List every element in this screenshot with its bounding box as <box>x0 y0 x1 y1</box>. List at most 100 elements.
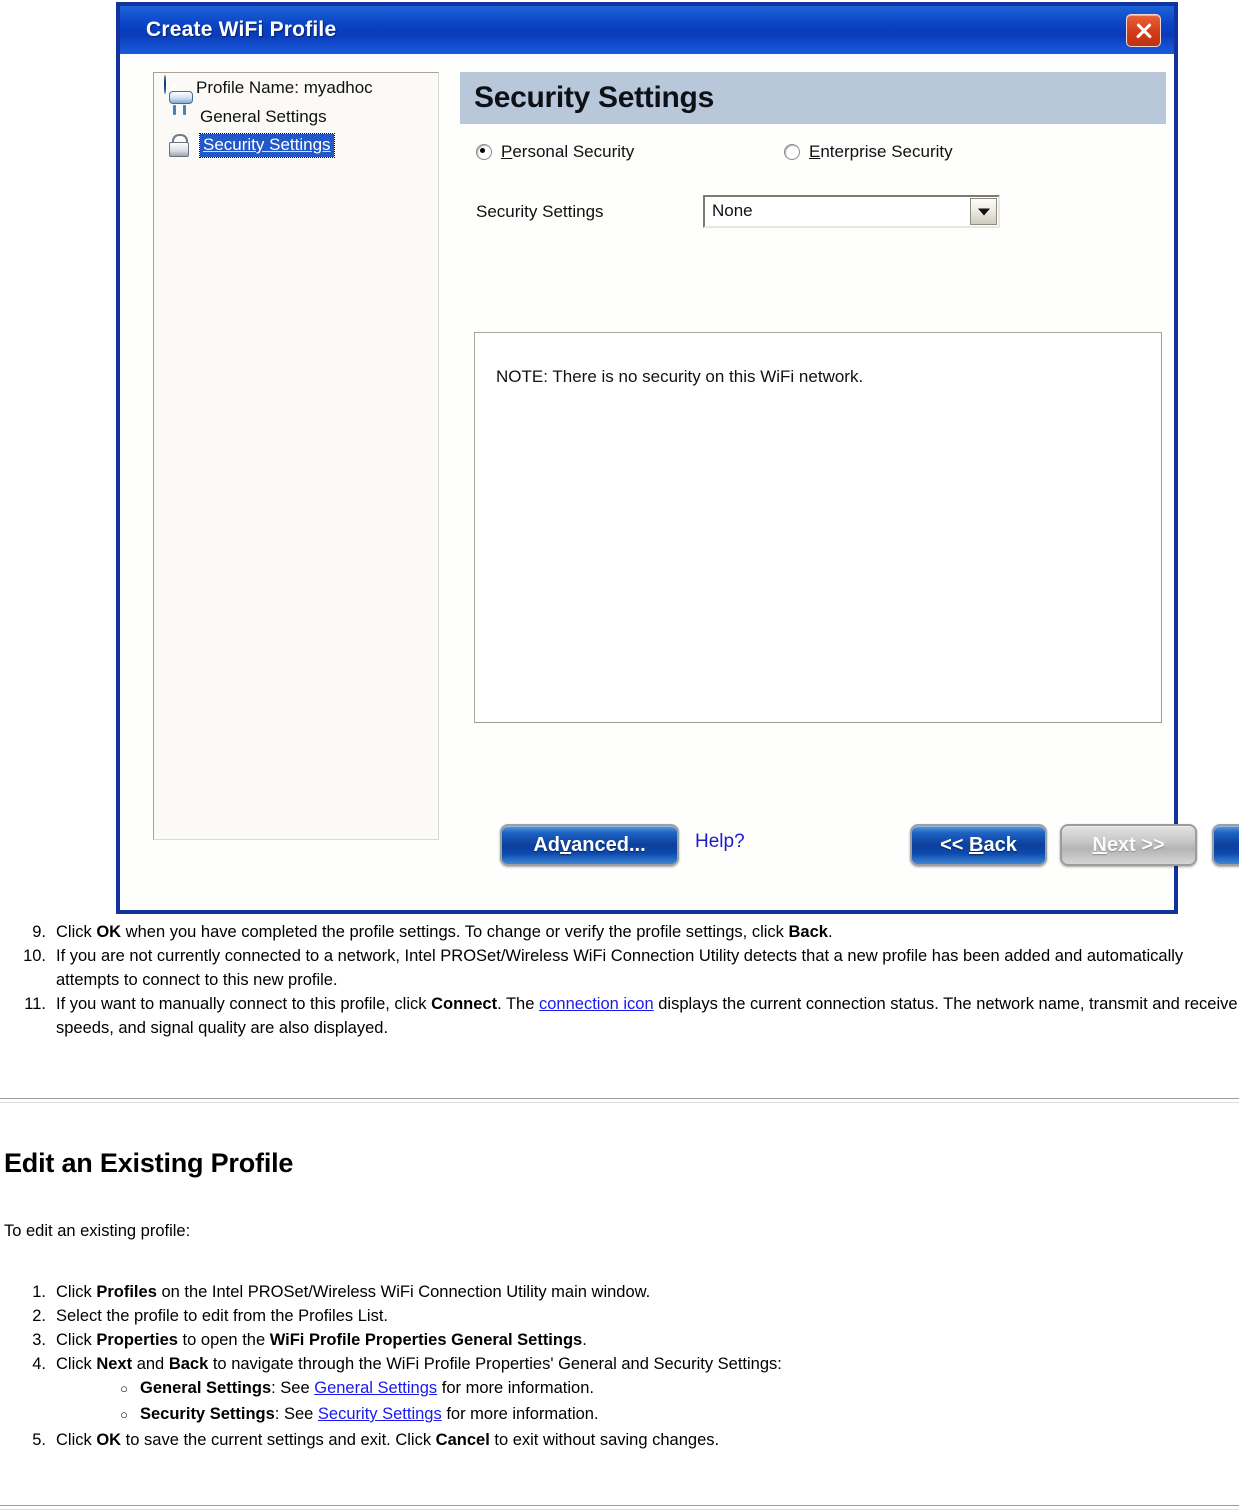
list-item: 9. Click OK when you have completed the p… <box>0 920 1239 944</box>
inline-link[interactable]: General Settings <box>314 1379 437 1397</box>
dialog-titlebar: Create WiFi Profile <box>120 6 1174 54</box>
body-text: Click <box>56 1431 97 1449</box>
list-item: 3. Click Properties to open the WiFi Prof… <box>0 1328 1239 1352</box>
help-link[interactable]: Help? <box>695 831 745 853</box>
sub-list-item: ○ General Settings: See General Settings … <box>0 1376 1239 1402</box>
list-item-text: Click OK to save the current settings an… <box>56 1428 1239 1452</box>
emphasis-text: OK <box>96 923 122 941</box>
dialog-title: Create WiFi Profile <box>146 18 337 41</box>
emphasis-text: Cancel <box>435 1431 490 1449</box>
list-item-text: Click Profiles on the Intel PROSet/Wirel… <box>56 1280 1239 1304</box>
emphasis-text: Next <box>96 1355 133 1373</box>
list-item-number: 1. <box>32 1283 46 1301</box>
body-text: . <box>827 923 833 941</box>
body-text: If you are not currently connected to a … <box>56 947 1184 989</box>
close-icon[interactable] <box>1126 14 1161 47</box>
back-button[interactable]: << Back <box>910 824 1047 866</box>
create-wifi-profile-dialog: Create WiFi Profile Profile Name: myadho… <box>116 2 1239 914</box>
list-item-number: 3. <box>32 1331 46 1349</box>
tree-item-general-settings[interactable]: General Settings <box>154 90 438 131</box>
emphasis-text: Connect <box>431 995 498 1013</box>
chevron-down-icon[interactable] <box>970 198 997 225</box>
general-settings-icon <box>168 90 194 129</box>
pane-header: Security Settings <box>460 72 1166 124</box>
bullet-icon: ○ <box>120 1407 128 1422</box>
inline-link[interactable]: Security Settings <box>318 1405 442 1423</box>
tree-item-label: Security Settings <box>199 133 335 158</box>
list-item: 1. Click Profiles on the Intel PROSet/Wir… <box>0 1280 1239 1304</box>
emphasis-text: Security Settings <box>140 1405 275 1423</box>
list-item: 11. If you want to manually connect to th… <box>0 992 1239 1040</box>
dialog-body: Profile Name: myadhoc General Settings S… <box>120 54 1239 910</box>
list-item-number: 4. <box>32 1355 46 1373</box>
lock-icon <box>168 133 194 158</box>
radio-enterprise-security[interactable]: Enterprise Security <box>784 142 953 162</box>
body-text: to open the <box>177 1331 270 1349</box>
list-item-text: Select the profile to edit from the Prof… <box>56 1304 1239 1328</box>
radio-personal-security[interactable]: Personal Security <box>476 142 634 162</box>
radio-dot-icon <box>476 144 492 160</box>
emphasis-text: WiFi Profile Properties General Settings <box>269 1331 583 1349</box>
emphasis-text: General Settings <box>140 1379 272 1397</box>
list-item-text: Click Properties to open the WiFi Profil… <box>56 1328 1239 1352</box>
body-text: : See <box>271 1379 315 1397</box>
instructions-list-edit: 1. Click Profiles on the Intel PROSet/Wir… <box>0 1280 1239 1452</box>
security-settings-select[interactable]: None <box>703 195 1000 228</box>
list-item: 2. Select the profile to edit from the Pr… <box>0 1304 1239 1328</box>
body-text: Click <box>56 923 97 941</box>
radio-label: Personal Security <box>501 142 635 161</box>
inline-link[interactable]: connection icon <box>539 995 654 1013</box>
body-text: If you want to manually connect to this … <box>56 995 432 1013</box>
back-button-label: << Back <box>940 833 1017 856</box>
body-text: and <box>132 1355 169 1373</box>
list-item-text: If you want to manually connect to this … <box>56 992 1239 1040</box>
security-settings-value: None <box>712 201 753 220</box>
footer-divider <box>0 1505 1239 1510</box>
security-type-radio-group: Personal Security Enterprise Security <box>476 142 1182 168</box>
emphasis-text: Back <box>168 1355 209 1373</box>
profile-tree[interactable]: Profile Name: myadhoc General Settings S… <box>153 72 439 840</box>
bullet-icon: ○ <box>120 1381 128 1396</box>
list-item: 10. If you are not currently connected to… <box>0 944 1239 992</box>
intro-text-edit-profile: To edit an existing profile: <box>4 1222 191 1240</box>
emphasis-text: Profiles <box>96 1283 157 1301</box>
body-text: for more information. <box>437 1379 594 1397</box>
instructions-list-first: 9. Click OK when you have completed the p… <box>0 920 1239 1040</box>
dialog-button-bar: Advanced... Help? << Back Next >> OK Can… <box>460 824 1239 884</box>
list-item-text: Click OK when you have completed the pro… <box>56 920 1239 944</box>
sub-list-item-text: Security Settings: See Security Settings… <box>140 1402 1239 1426</box>
list-item-number: 5. <box>32 1431 46 1449</box>
radio-dot-icon <box>784 144 800 160</box>
section-divider <box>0 1098 1239 1103</box>
tree-item-profile-name[interactable]: Profile Name: myadhoc <box>154 73 438 102</box>
advanced-button[interactable]: Advanced... <box>500 824 679 866</box>
page-heading-edit-profile: Edit an Existing Profile <box>4 1148 294 1178</box>
body-text: to exit without saving changes. <box>489 1431 720 1449</box>
advanced-button-label: Advanced... <box>533 833 646 856</box>
ok-button[interactable]: OK <box>1212 824 1239 866</box>
note-text: NOTE: There is no security on this WiFi … <box>496 367 864 386</box>
list-item-text: Click Next and Back to navigate through … <box>56 1352 1239 1376</box>
body-text: : See <box>274 1405 318 1423</box>
body-text: when you have completed the profile sett… <box>121 923 789 941</box>
body-text: . <box>582 1331 587 1349</box>
body-text: Select the profile to edit from the Prof… <box>56 1307 388 1325</box>
body-text: on the Intel PROSet/Wireless WiFi Connec… <box>156 1283 651 1301</box>
body-text: Click <box>56 1331 97 1349</box>
pane-title: Security Settings <box>474 81 714 114</box>
note-panel: NOTE: There is no security on this WiFi … <box>474 332 1162 723</box>
sub-list-item: ○ Security Settings: See Security Setting… <box>0 1402 1239 1428</box>
sub-list-item-text: General Settings: See General Settings f… <box>140 1376 1239 1400</box>
security-settings-label: Security Settings <box>476 202 604 221</box>
body-text: to navigate through the WiFi Profile Pro… <box>208 1355 782 1373</box>
body-text: Click <box>56 1355 97 1373</box>
list-item-number: 11. <box>24 995 46 1013</box>
tree-item-security-settings[interactable]: Security Settings <box>154 131 438 160</box>
list-item: 5. Click OK to save the current settings … <box>0 1428 1239 1452</box>
security-settings-pane: Security Settings Personal Security Ente… <box>460 72 1239 884</box>
tree-item-label: Profile Name: myadhoc <box>196 77 373 97</box>
list-item-number: 9. <box>32 923 46 941</box>
list-item-text: If you are not currently connected to a … <box>56 944 1239 992</box>
radio-label: Enterprise Security <box>809 142 953 161</box>
next-button[interactable]: Next >> <box>1060 824 1197 866</box>
